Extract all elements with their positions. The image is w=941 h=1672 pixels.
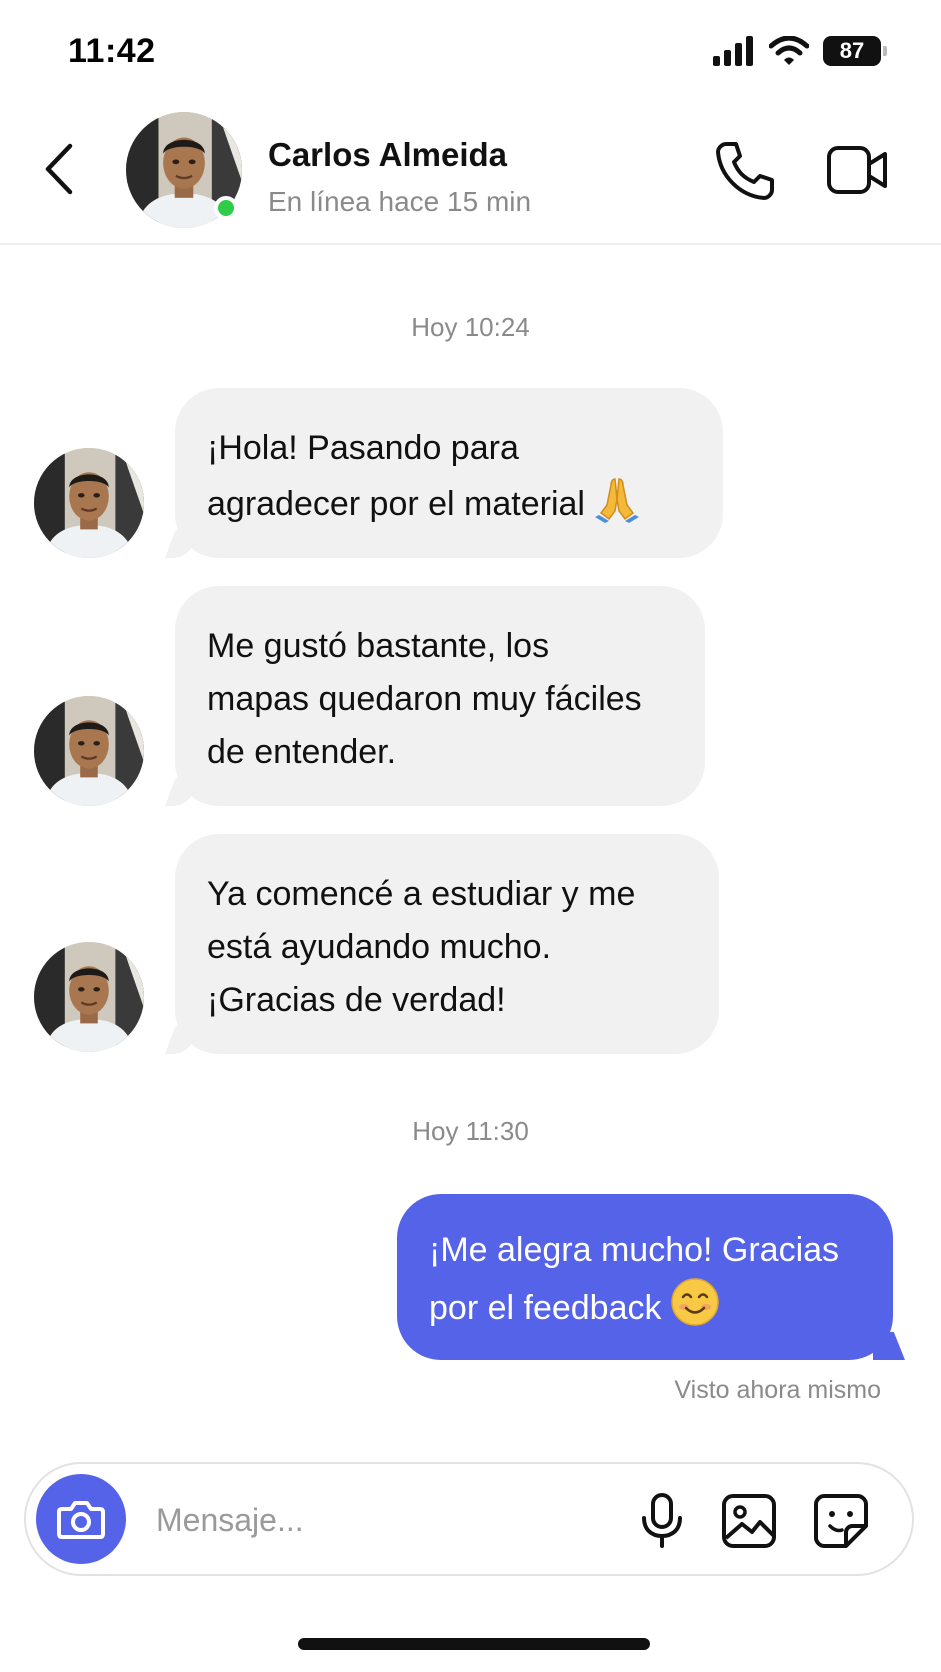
battery-indicator: 87 bbox=[823, 36, 887, 66]
sender-avatar[interactable] bbox=[34, 696, 144, 806]
back-button[interactable] bbox=[36, 138, 84, 200]
message-line: ¡Hola! Pasando para bbox=[207, 429, 519, 467]
status-icons: 87 bbox=[713, 36, 887, 66]
contact-status: En línea hace 15 min bbox=[268, 186, 532, 217]
microphone-icon bbox=[642, 1493, 682, 1548]
back-icon bbox=[45, 143, 73, 195]
signal-icon bbox=[713, 36, 753, 66]
time-separator: Hoy 11:30 bbox=[412, 1116, 529, 1146]
microphone-button[interactable] bbox=[638, 1492, 686, 1550]
message-line: de entender. bbox=[207, 733, 397, 771]
message-bubble[interactable]: Me gustó bastante, los mapas quedaron mu… bbox=[175, 586, 705, 806]
sender-avatar[interactable] bbox=[34, 942, 144, 1052]
message-line: ¡Me alegra mucho! Gracias bbox=[429, 1231, 840, 1269]
gallery-icon bbox=[722, 1494, 776, 1548]
video-call-button[interactable] bbox=[826, 142, 890, 198]
message-input[interactable] bbox=[156, 1492, 576, 1548]
smiling-emoji-icon bbox=[670, 1277, 720, 1343]
phone-icon bbox=[716, 142, 774, 200]
avatar-photo bbox=[34, 696, 144, 806]
sticker-button[interactable] bbox=[812, 1492, 870, 1550]
message-line: está ayudando mucho. bbox=[207, 928, 552, 966]
pray-emoji-icon bbox=[593, 475, 641, 539]
avatar-photo bbox=[34, 942, 144, 1052]
message-line: Ya comencé a estudiar y me bbox=[207, 875, 636, 913]
message-line: Me gustó bastante, los bbox=[207, 627, 550, 665]
camera-button[interactable] bbox=[36, 1474, 126, 1564]
wifi-icon bbox=[769, 36, 809, 65]
message-bubble[interactable]: Ya comencé a estudiar y me está ayudando… bbox=[175, 834, 719, 1054]
seen-status: Visto ahora mismo bbox=[674, 1376, 881, 1404]
online-indicator bbox=[214, 196, 238, 220]
chat-screen: 11:42 87 Carlos Almeida En línea hace 15… bbox=[0, 0, 941, 1672]
contact-avatar[interactable] bbox=[126, 112, 242, 228]
avatar-photo bbox=[34, 448, 144, 558]
sender-avatar[interactable] bbox=[34, 448, 144, 558]
message-line-with-emoji: por el feedback bbox=[429, 1277, 853, 1343]
message-bubble[interactable]: ¡Hola! Pasando para agradecer por el mat… bbox=[175, 388, 723, 558]
message-composer bbox=[24, 1462, 914, 1576]
sticker-icon bbox=[814, 1494, 868, 1548]
contact-name[interactable]: Carlos Almeida bbox=[268, 136, 507, 174]
time-separator: Hoy 10:24 bbox=[411, 312, 530, 342]
message-line: mapas quedaron muy fáciles bbox=[207, 680, 642, 718]
message-bubble-sent[interactable]: ¡Me alegra mucho! Gracias por el feedbac… bbox=[397, 1194, 893, 1360]
status-time: 11:42 bbox=[68, 32, 156, 70]
gallery-button[interactable] bbox=[720, 1492, 778, 1550]
video-camera-icon bbox=[827, 146, 887, 194]
call-button[interactable] bbox=[712, 138, 776, 202]
home-indicator[interactable] bbox=[298, 1638, 650, 1650]
camera-icon bbox=[57, 1501, 105, 1539]
chat-header: Carlos Almeida En línea hace 15 min bbox=[0, 100, 941, 245]
message-line-with-emoji: agradecer por el material bbox=[207, 475, 683, 539]
message-line: ¡Gracias de verdad! bbox=[207, 981, 506, 1019]
battery-level: 87 bbox=[839, 38, 865, 63]
